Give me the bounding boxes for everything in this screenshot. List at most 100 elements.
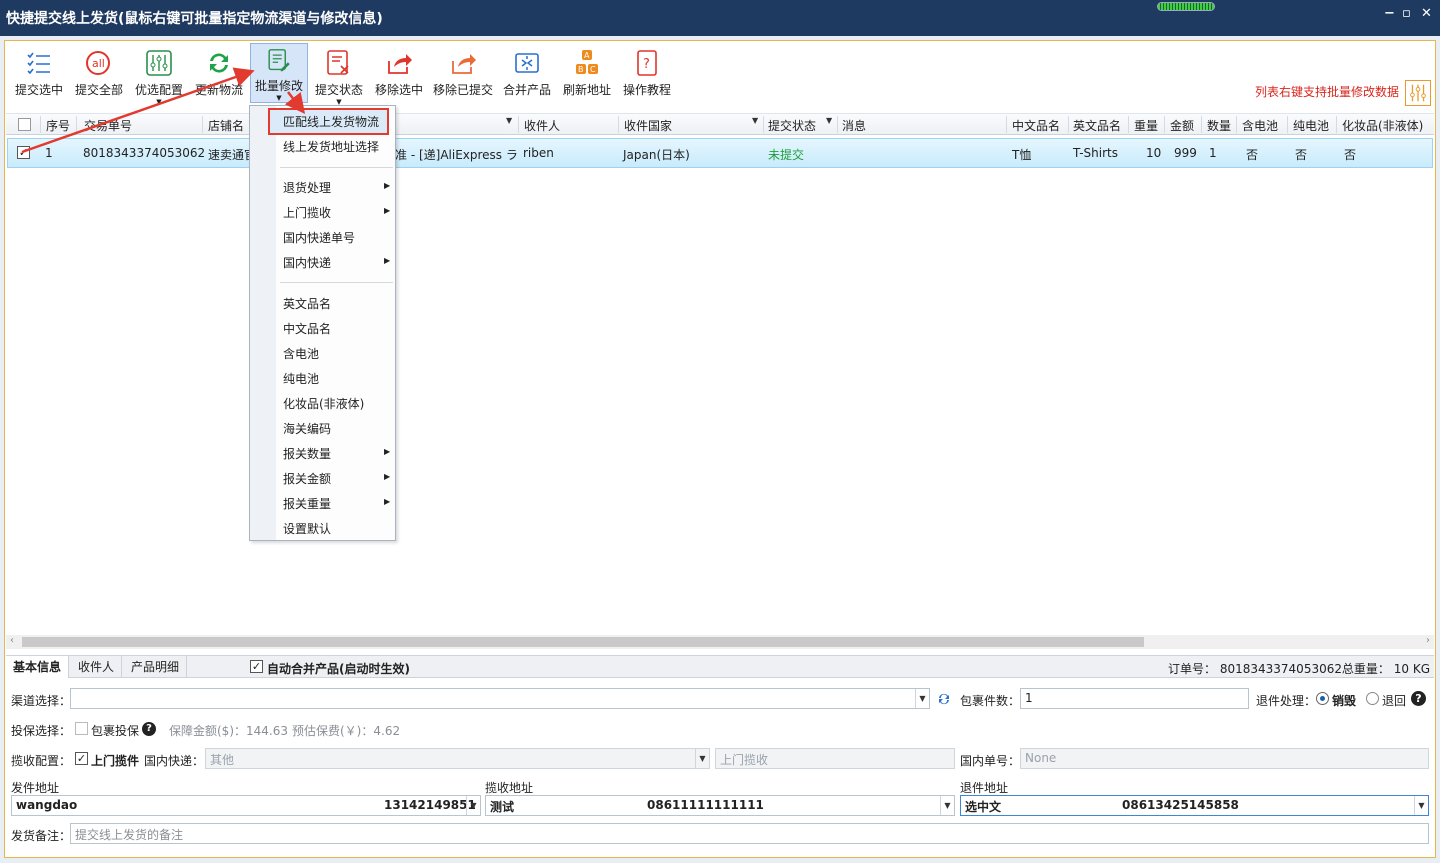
- minimize-button[interactable]: −: [1384, 6, 1395, 21]
- pickup-address-select[interactable]: 测试 08611111111111: [485, 795, 955, 816]
- column-header[interactable]: 纯电池: [1293, 117, 1329, 134]
- menu-item-domestic-express[interactable]: 国内快递: [283, 254, 331, 271]
- sliders-icon: [146, 50, 172, 76]
- restore-button[interactable]: ▫: [1402, 6, 1411, 21]
- column-header[interactable]: 收件国家: [624, 117, 672, 134]
- row-index: 1: [45, 146, 53, 160]
- help-doc-icon: ?: [637, 50, 657, 76]
- preferred-config-button[interactable]: 优选配置 ▼: [133, 45, 185, 107]
- column-header[interactable]: 提交状态: [768, 117, 816, 134]
- total-weight: 总重量： 10 KG: [1341, 662, 1430, 676]
- row-logistics: 准 - [递]AliExpress ラ: [395, 148, 518, 162]
- remove-selected-button[interactable]: 移除选中: [373, 45, 425, 107]
- domestic-express-select[interactable]: 其他: [205, 748, 710, 769]
- menu-item-declare-weight[interactable]: 报关重量: [283, 495, 331, 512]
- column-header[interactable]: 中文品名: [1012, 117, 1060, 134]
- chevron-down-icon[interactable]: ▼: [940, 796, 954, 815]
- column-header[interactable]: 重量: [1134, 117, 1158, 134]
- menu-item-match-logistics[interactable]: 匹配线上发货物流: [283, 113, 379, 130]
- signal-indicator: [1157, 2, 1215, 11]
- close-button[interactable]: ✕: [1421, 6, 1432, 21]
- column-header[interactable]: 交易单号: [84, 117, 132, 134]
- merge-products-button[interactable]: 合并产品: [501, 45, 553, 107]
- chevron-down-icon[interactable]: ▼: [1414, 796, 1428, 815]
- column-header[interactable]: 序号: [46, 117, 70, 134]
- return-destroy-radio[interactable]: [1316, 692, 1329, 705]
- chevron-down-icon[interactable]: ▼: [695, 749, 709, 768]
- submit-status-button[interactable]: 提交状态 ▼: [313, 45, 365, 107]
- column-settings-icon[interactable]: [1405, 80, 1431, 106]
- remark-label: 发货备注：: [11, 829, 72, 843]
- column-header[interactable]: 化妆品(非液体): [1342, 117, 1423, 134]
- remove-submitted-button[interactable]: 移除已提交: [431, 45, 495, 107]
- help-icon[interactable]: ?: [1411, 691, 1426, 706]
- chevron-down-icon: ▼: [156, 98, 162, 106]
- menu-item-cn-name[interactable]: 中文品名: [283, 320, 331, 337]
- menu-item-declare-amount[interactable]: 报关金额: [283, 470, 331, 487]
- menu-item-hs-code[interactable]: 海关编码: [283, 420, 331, 437]
- menu-item-set-default[interactable]: 设置默认: [283, 520, 331, 537]
- menu-item-battery[interactable]: 含电池: [283, 345, 319, 362]
- pickup-checkbox[interactable]: ✓: [75, 752, 88, 765]
- chevron-down-icon[interactable]: ▼: [466, 796, 480, 815]
- column-header[interactable]: 消息: [842, 117, 866, 134]
- row-checkbox[interactable]: ✓: [17, 146, 30, 159]
- menu-item-en-name[interactable]: 英文品名: [283, 295, 331, 312]
- column-header[interactable]: 店铺名: [208, 117, 244, 134]
- table-row[interactable]: ✓ 1 8018343374053062 速卖通官 准 - [递]AliExpr…: [7, 138, 1433, 168]
- tab-recipient[interactable]: 收件人: [71, 656, 123, 678]
- help-icon[interactable]: ?: [142, 722, 156, 736]
- svg-text:?: ?: [643, 57, 650, 72]
- domestic-no-input[interactable]: None: [1020, 748, 1429, 769]
- right-click-hint: 列表右键支持批量修改数据: [1254, 85, 1399, 99]
- domestic-express-label: 国内快递：: [144, 754, 205, 768]
- horizontal-scrollbar[interactable]: ‹ ›: [6, 635, 1434, 649]
- submenu-arrow-icon: ▶: [384, 472, 391, 481]
- refresh-address-button[interactable]: A B C 刷新地址: [561, 45, 613, 107]
- order-number: 订单号： 8018343374053062: [1168, 662, 1342, 676]
- tab-product-detail[interactable]: 产品明细: [124, 656, 188, 678]
- filter-dropdown-icon[interactable]: ▼: [506, 116, 512, 125]
- svg-text:C: C: [590, 65, 596, 74]
- menu-item-domestic-no[interactable]: 国内快递单号: [283, 229, 355, 246]
- auto-merge-checkbox[interactable]: ✓: [250, 660, 263, 673]
- menu-item-pure-battery[interactable]: 纯电池: [283, 370, 319, 387]
- column-header[interactable]: 数量: [1207, 117, 1231, 134]
- return-back-radio[interactable]: [1366, 692, 1379, 705]
- remark-input[interactable]: 提交线上发货的备注: [70, 823, 1429, 844]
- filter-dropdown-icon[interactable]: ▼: [752, 116, 758, 125]
- column-header[interactable]: 含电池: [1242, 117, 1278, 134]
- return-address-select[interactable]: 选中文 08613425145858: [960, 795, 1429, 816]
- batch-edit-button[interactable]: 批量修改 ▼: [250, 43, 308, 103]
- remove-share-icon: [388, 54, 412, 74]
- menu-item-pickup[interactable]: 上门揽收: [283, 204, 331, 221]
- return-address-label: 退件地址: [960, 781, 1009, 795]
- scroll-left-icon[interactable]: ‹: [10, 635, 14, 646]
- refresh-channel-icon[interactable]: [936, 691, 952, 707]
- update-logistics-button[interactable]: 更新物流: [193, 45, 245, 107]
- menu-item-cosmetics[interactable]: 化妆品(非液体): [283, 395, 364, 412]
- filter-dropdown-icon[interactable]: ▼: [826, 116, 832, 125]
- package-count-input[interactable]: 1: [1020, 688, 1249, 709]
- column-header[interactable]: 金额: [1170, 117, 1194, 134]
- menu-item-return-handling[interactable]: 退货处理: [283, 179, 331, 196]
- pickup-select[interactable]: 上门揽收: [715, 748, 955, 769]
- channel-select[interactable]: [70, 688, 930, 709]
- submit-selected-button[interactable]: 提交选中: [13, 45, 65, 107]
- insure-fee: 预估保费(￥)：4.62: [292, 724, 401, 738]
- column-header[interactable]: 收件人: [524, 117, 560, 134]
- tutorial-button[interactable]: ? 操作教程: [621, 45, 673, 107]
- menu-item-address-select[interactable]: 线上发货地址选择: [283, 138, 379, 155]
- scroll-right-icon[interactable]: ›: [1426, 635, 1430, 646]
- tab-basic-info[interactable]: 基本信息: [6, 656, 70, 678]
- sender-address-select[interactable]: wangdao 13142149851: [11, 795, 481, 816]
- submit-all-button[interactable]: all 提交全部: [73, 45, 125, 107]
- column-header[interactable]: 英文品名: [1073, 117, 1121, 134]
- chevron-down-icon[interactable]: ▼: [915, 689, 929, 708]
- return-handling-label: 退件处理：: [1256, 694, 1317, 708]
- insure-checkbox-label: 包裹投保: [91, 724, 140, 738]
- select-all-checkbox[interactable]: [18, 118, 31, 131]
- scroll-thumb[interactable]: [22, 637, 1144, 647]
- menu-item-declare-qty[interactable]: 报关数量: [283, 445, 331, 462]
- insure-checkbox[interactable]: [75, 722, 88, 735]
